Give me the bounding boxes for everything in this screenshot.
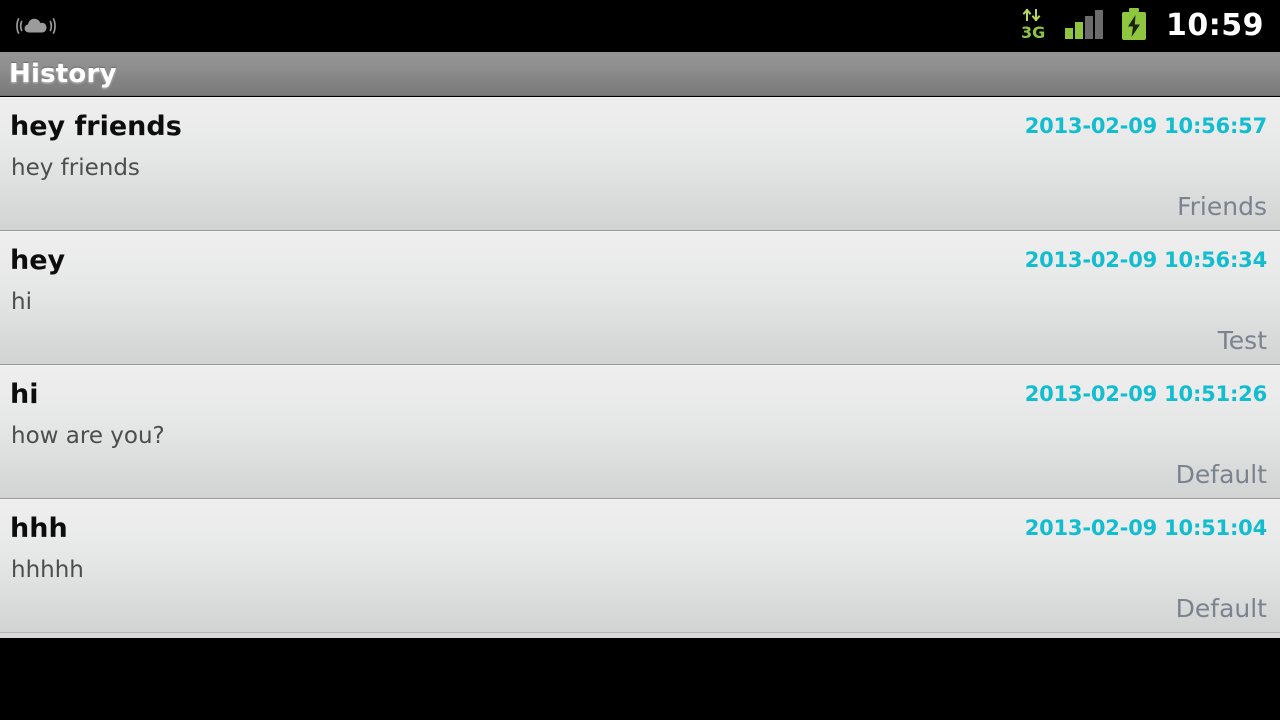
item-timestamp: 2013-02-09 10:56:34 xyxy=(1024,248,1268,272)
signal-bars-icon xyxy=(1064,8,1106,44)
item-subtitle: hhhhh xyxy=(11,557,84,583)
status-bar-notifications xyxy=(16,12,56,40)
list-item[interactable]: hi how are you? 2013-02-09 10:51:26 Defa… xyxy=(0,365,1280,499)
list-item[interactable]: hhh hhhhh 2013-02-09 10:51:04 Default xyxy=(0,499,1280,633)
item-title: hi xyxy=(10,379,39,410)
history-list[interactable]: hey friends hey friends 2013-02-09 10:56… xyxy=(0,97,1280,638)
item-title: hey xyxy=(10,245,66,276)
cloud-sound-icon xyxy=(16,12,56,40)
item-timestamp: 2013-02-09 10:51:04 xyxy=(1024,516,1268,540)
status-bar-system-icons: 3G 10:59 xyxy=(1020,7,1266,45)
item-subtitle: hey friends xyxy=(11,155,140,181)
item-timestamp: 2013-02-09 10:56:57 xyxy=(1024,114,1268,138)
bottom-blank-area xyxy=(0,638,1280,720)
app-title-bar: History xyxy=(0,52,1280,96)
item-title: hhh xyxy=(10,513,68,544)
svg-text:3G: 3G xyxy=(1021,23,1045,40)
status-bar-clock: 10:59 xyxy=(1166,8,1264,43)
page-title: History xyxy=(9,58,117,89)
android-screen: 3G 10:59 History hey friends hey friends… xyxy=(0,0,1280,720)
list-item[interactable]: hey friends hey friends 2013-02-09 10:56… xyxy=(0,97,1280,231)
item-subtitle: hi xyxy=(11,289,32,315)
item-tag: Test xyxy=(1217,325,1267,355)
item-subtitle: how are you? xyxy=(11,423,165,449)
item-tag: Default xyxy=(1175,459,1267,489)
item-tag: Default xyxy=(1175,593,1267,623)
item-tag: Friends xyxy=(1177,191,1267,221)
list-item[interactable]: hey hi 2013-02-09 10:56:34 Test xyxy=(0,231,1280,365)
status-bar: 3G 10:59 xyxy=(0,0,1280,52)
item-timestamp: 2013-02-09 10:51:26 xyxy=(1024,382,1268,406)
3g-data-icon: 3G xyxy=(1020,8,1050,44)
item-title: hey friends xyxy=(10,111,182,142)
battery-charging-icon xyxy=(1120,7,1148,45)
